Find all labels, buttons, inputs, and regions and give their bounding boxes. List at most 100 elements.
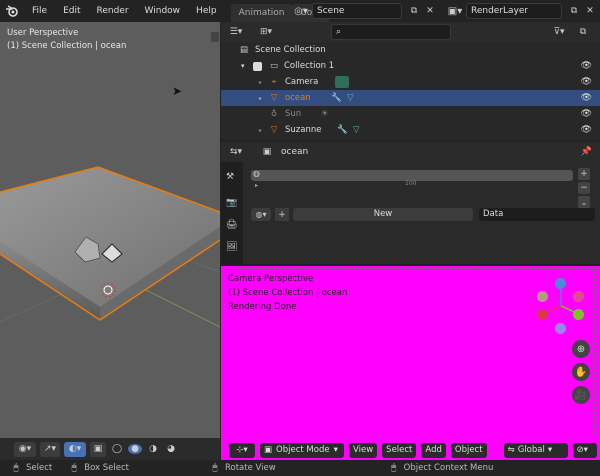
expand-arrow-icon[interactable]: ▸ bbox=[259, 127, 267, 134]
eye-icon[interactable]: 👁 bbox=[581, 109, 592, 119]
light-object-icon: ♁ bbox=[270, 109, 278, 119]
new-texture-button[interactable]: New bbox=[293, 208, 473, 221]
camera-data-icon bbox=[335, 76, 349, 88]
output-tab-icon[interactable]: 🖨 bbox=[226, 220, 237, 230]
scene-copy-icon[interactable]: ⧉ bbox=[406, 6, 422, 16]
menu-help[interactable]: Help bbox=[188, 0, 225, 22]
menu-edit[interactable]: Edit bbox=[55, 0, 88, 22]
outliner-row-sun[interactable]: ♁ Sun ☀ 👁 bbox=[221, 106, 600, 122]
mouse-right-icon: 🖱 bbox=[212, 463, 218, 473]
filter-icon[interactable]: ⊽▾ bbox=[546, 27, 572, 37]
tool-tab-icon[interactable]: ⚒ bbox=[226, 172, 234, 182]
sidebar-toggle[interactable] bbox=[211, 32, 219, 42]
add-menu[interactable]: Add bbox=[421, 442, 446, 458]
new-collection-icon[interactable]: ⧉ bbox=[572, 27, 594, 37]
texture-browse-icon[interactable]: ◍▾ bbox=[251, 208, 271, 221]
shading-rendered-icon[interactable]: ◕ bbox=[164, 444, 178, 454]
view-options-icon[interactable]: ◉▾ bbox=[14, 441, 36, 457]
mouse-context-icon: 🖱 bbox=[391, 463, 397, 473]
menu-window[interactable]: Window bbox=[137, 0, 189, 22]
scene-field[interactable]: Scene bbox=[312, 3, 402, 19]
orientation-dropdown[interactable]: ⇋ Global ▾ bbox=[503, 442, 568, 458]
menu-render[interactable]: Render bbox=[89, 0, 137, 22]
tab-animation[interactable]: Animation bbox=[230, 4, 293, 22]
scene-close-icon[interactable]: ✕ bbox=[422, 6, 438, 16]
overlay-toggle-icon[interactable]: ◐▾ bbox=[64, 441, 86, 457]
gizmo-x-icon[interactable] bbox=[537, 309, 548, 320]
chevron-down-icon: ▾ bbox=[333, 444, 338, 455]
left-viewport[interactable]: User Perspective (1) Scene Collection | … bbox=[0, 22, 220, 460]
gizmo-toggle-icon[interactable]: ↗▾ bbox=[40, 441, 60, 457]
view-layer-tab-icon[interactable]: 🖼 bbox=[226, 242, 237, 252]
chevron-down-icon: ▾ bbox=[547, 444, 553, 455]
properties-object-name: ocean bbox=[281, 147, 309, 157]
outliner-search[interactable]: ⌕ bbox=[331, 24, 451, 40]
gizmo-y-icon[interactable] bbox=[573, 309, 584, 320]
object-menu[interactable]: Object bbox=[450, 442, 487, 458]
remove-slot-icon[interactable]: − bbox=[578, 182, 590, 194]
more-options-icon[interactable]: ⌄ bbox=[578, 196, 590, 208]
gizmo-neg-x-icon[interactable] bbox=[573, 291, 584, 302]
shading-solid-icon[interactable]: ● bbox=[128, 444, 142, 454]
viewport-title: User Perspective bbox=[7, 28, 79, 38]
outliner: ☰▾ ⊞▾ ⌕ ⊽▾ ⧉ ▤ Scene Collection ▾ ▭ Coll… bbox=[221, 22, 600, 140]
camera-viewport[interactable]: Camera Perspective (1) Scene Collection … bbox=[221, 266, 600, 460]
data-dropdown[interactable]: Data bbox=[479, 208, 595, 221]
scene-icon[interactable]: ◎▾ bbox=[290, 6, 312, 17]
xray-icon[interactable]: ▣ bbox=[90, 441, 106, 457]
blender-logo-icon[interactable] bbox=[0, 5, 24, 17]
expand-arrow-icon[interactable]: ▸ bbox=[259, 95, 267, 102]
texture-add-icon[interactable]: + bbox=[275, 208, 289, 221]
mesh-data-icon: ▽ bbox=[347, 93, 354, 103]
pin-icon[interactable]: 📌 bbox=[581, 147, 592, 157]
collection-checkbox[interactable] bbox=[253, 61, 262, 71]
outliner-row-collection-1[interactable]: ▾ ▭ Collection 1 👁 bbox=[221, 58, 600, 74]
expand-arrow-icon[interactable]: ▾ bbox=[241, 62, 251, 70]
renderlayer-icon[interactable]: ▣▾ bbox=[444, 6, 466, 17]
slider-track[interactable]: ▸ 100 bbox=[255, 180, 573, 189]
outliner-editor-icon[interactable]: ☰▾ bbox=[221, 27, 251, 37]
camera-view-icon[interactable]: 🎥 bbox=[572, 386, 590, 404]
modifier-wrench-icon: 🔧 bbox=[331, 93, 342, 103]
mouse-middle-icon: 🖱 bbox=[71, 463, 77, 473]
renderlayer-close-icon[interactable]: ✕ bbox=[582, 6, 598, 16]
expand-arrow-icon[interactable]: ▸ bbox=[259, 79, 267, 86]
renderlayer-copy-icon[interactable]: ⧉ bbox=[566, 6, 582, 16]
display-mode-icon[interactable]: ⊞▾ bbox=[251, 27, 281, 37]
search-icon: ⌕ bbox=[336, 27, 342, 37]
object-data-icon: ▣ bbox=[262, 147, 272, 157]
snap-icon[interactable]: ⊘▾ bbox=[572, 442, 597, 458]
gizmo-neg-y-icon[interactable] bbox=[537, 291, 548, 302]
render-tab-icon[interactable]: 📷 bbox=[226, 198, 237, 208]
collection-icon: ▭ bbox=[269, 61, 279, 71]
properties-editor-icon[interactable]: ⇆▾ bbox=[221, 147, 251, 157]
outliner-row-ocean[interactable]: ▸ ▽ ocean 🔧 ▽ 👁 bbox=[221, 90, 600, 106]
top-bar: File Edit Render Window Help Animation C… bbox=[0, 0, 600, 22]
outliner-row-suzanne[interactable]: ▸ ▽ Suzanne 🔧 ▽ 👁 bbox=[221, 122, 600, 138]
renderlayer-field[interactable]: RenderLayer bbox=[466, 3, 562, 19]
pan-hand-icon[interactable]: ✋ bbox=[572, 363, 590, 381]
eye-icon[interactable]: 👁 bbox=[581, 61, 592, 71]
eye-icon[interactable]: 👁 bbox=[581, 125, 592, 135]
outliner-header: ☰▾ ⊞▾ ⌕ ⊽▾ ⧉ bbox=[221, 22, 600, 42]
select-menu[interactable]: Select bbox=[382, 442, 417, 458]
outliner-row-scene-collection[interactable]: ▤ Scene Collection bbox=[221, 42, 600, 58]
eye-icon[interactable]: 👁 bbox=[581, 93, 592, 103]
navigation-gizmo[interactable] bbox=[531, 276, 591, 336]
add-slot-icon[interactable]: + bbox=[578, 168, 590, 180]
mode-dropdown[interactable]: ▣ Object Mode ▾ bbox=[260, 442, 344, 458]
scene-collection-icon: ▤ bbox=[239, 45, 249, 55]
outliner-item-label: Sun bbox=[285, 109, 302, 119]
texture-icon: ◍ bbox=[253, 169, 260, 178]
eye-icon[interactable]: 👁 bbox=[581, 77, 592, 87]
gizmo-z-icon[interactable] bbox=[555, 278, 566, 289]
outliner-row-camera[interactable]: ▸ ⌖ Camera 👁 bbox=[221, 74, 600, 90]
editor-type-icon[interactable]: ⊹▾ bbox=[229, 442, 255, 458]
menu-file[interactable]: File bbox=[24, 0, 55, 22]
mesh-data-icon: ▽ bbox=[353, 125, 360, 135]
zoom-icon[interactable]: ⊕ bbox=[572, 340, 590, 358]
view-menu[interactable]: View bbox=[349, 442, 378, 458]
shading-wireframe-icon[interactable]: ◯ bbox=[110, 444, 124, 454]
gizmo-neg-z-icon[interactable] bbox=[555, 323, 566, 334]
shading-material-icon[interactable]: ◑ bbox=[146, 444, 160, 454]
